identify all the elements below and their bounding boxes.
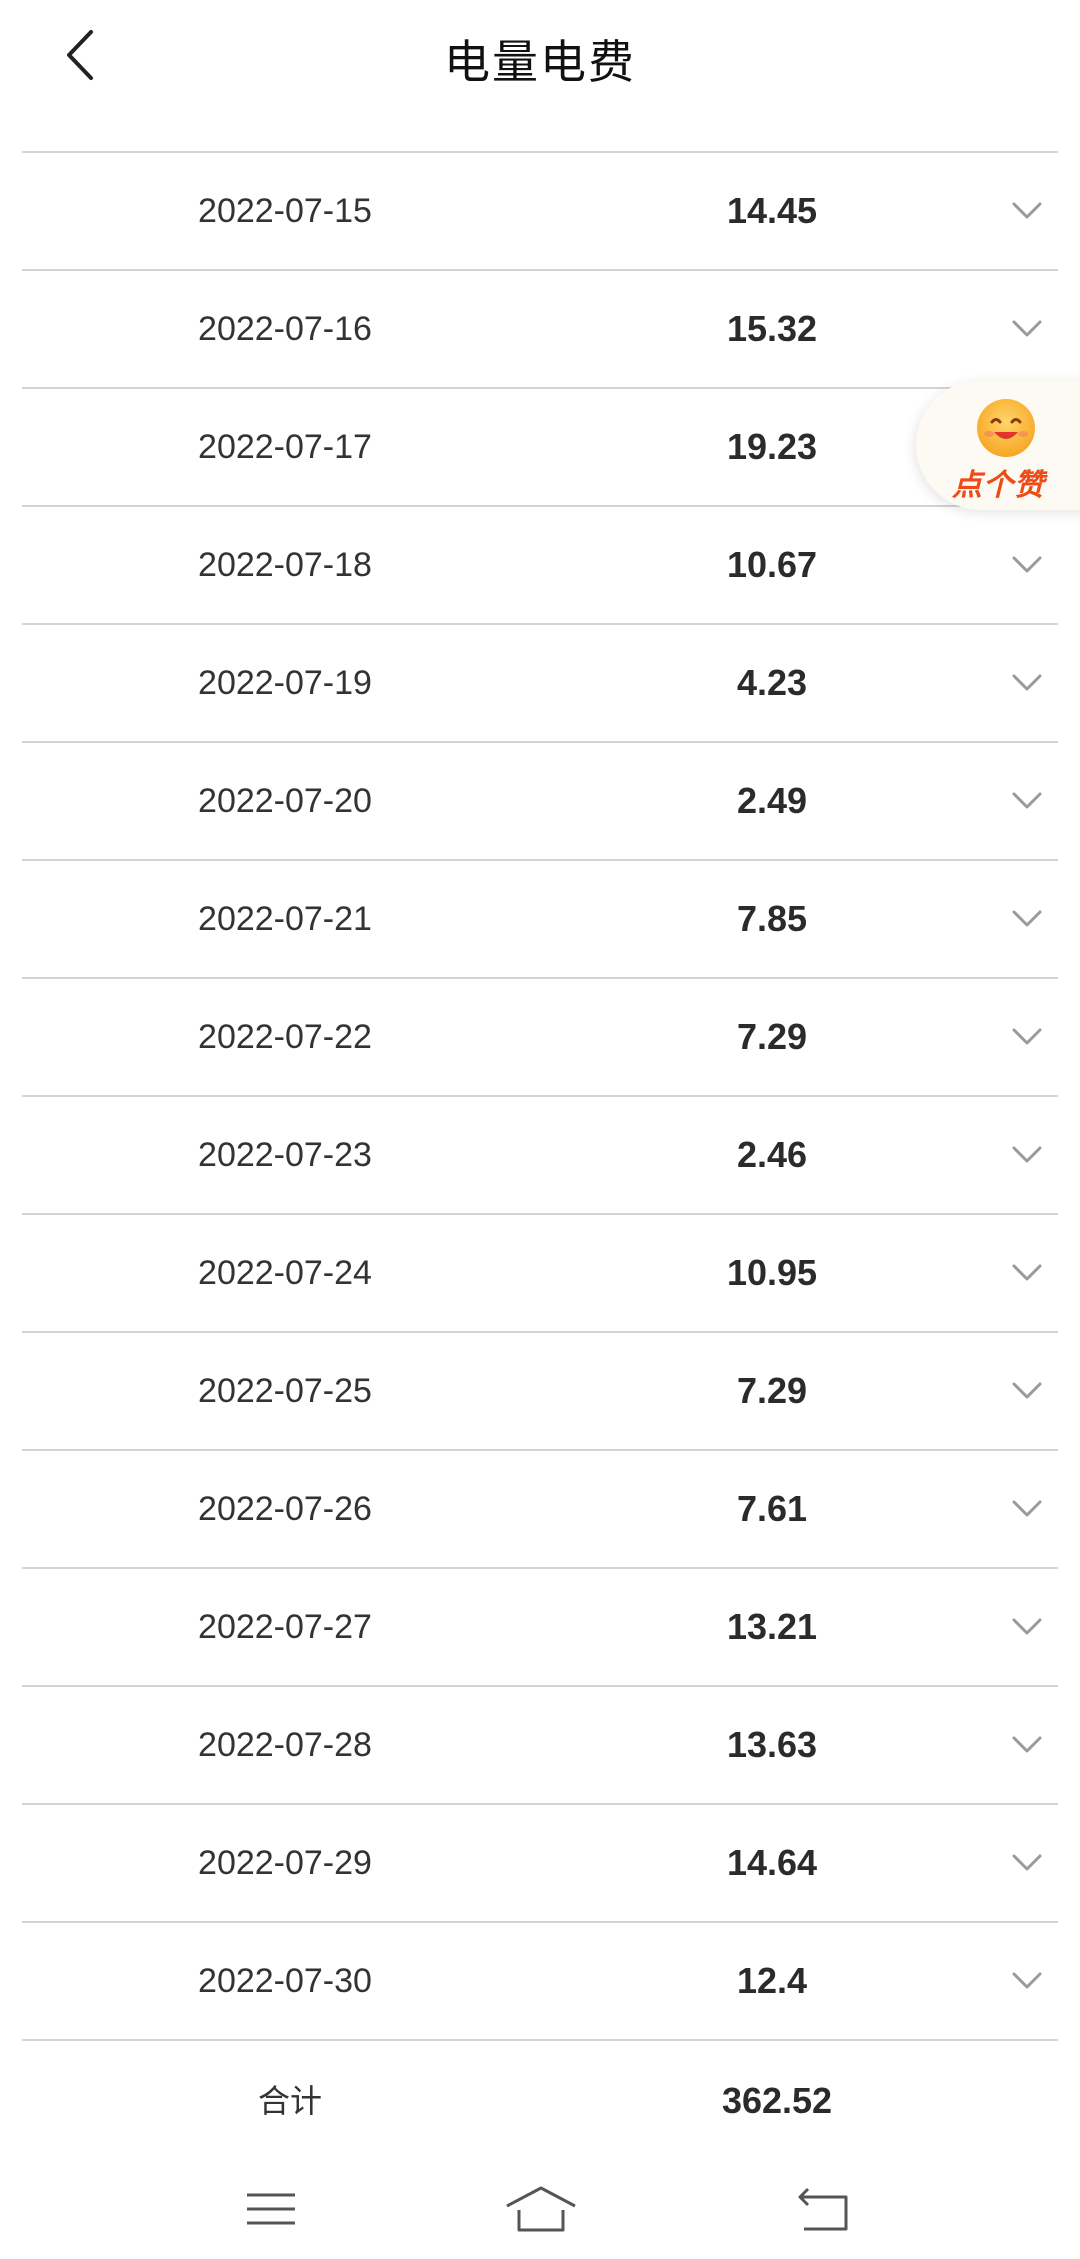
row-date: 2022-07-29 [198,1844,372,1882]
row-amount: 15.32 [726,308,818,349]
row-amount: 19.23 [726,426,818,467]
total-value: 362.52 [721,2080,833,2121]
back-icon [798,2187,848,2231]
back-nav-button[interactable] [779,2177,869,2241]
row-amount: 7.85 [736,898,808,939]
row-amount: 14.64 [726,1842,818,1883]
home-icon [506,2186,576,2232]
daily-bill-list: 2022-07-15 14.45 2022-07-16 15.32 2022-07-17… [22,151,1058,2041]
list-item[interactable]: 2022-07-29 14.64 [22,1805,1058,1923]
row-date: 2022-07-27 [198,1608,372,1646]
menu-button[interactable] [226,2177,316,2241]
chevron-down-icon[interactable] [1010,1729,1044,1761]
smiley-face-icon [977,399,1035,457]
list-item[interactable]: 2022-07-27 13.21 [22,1569,1058,1687]
row-amount: 7.61 [736,1488,808,1529]
chevron-down-icon[interactable] [1010,1493,1044,1525]
row-date: 2022-07-26 [198,1490,372,1528]
like-button[interactable]: 点个赞 [916,380,1080,510]
row-amount: 7.29 [736,1016,808,1057]
total-label: 合计 [257,2083,322,2119]
list-item[interactable]: 2022-07-26 7.61 [22,1451,1058,1569]
row-date: 2022-07-22 [198,1018,372,1056]
row-amount: 4.23 [736,662,808,703]
chevron-down-icon[interactable] [1010,667,1044,699]
row-date: 2022-07-18 [198,546,372,584]
list-item[interactable]: 2022-07-15 14.45 [22,153,1058,271]
list-item[interactable]: 2022-07-16 15.32 [22,271,1058,389]
row-date: 2022-07-21 [198,900,372,938]
chevron-down-icon[interactable] [1010,785,1044,817]
chevron-down-icon[interactable] [1010,1257,1044,1289]
list-item[interactable]: 2022-07-25 7.29 [22,1333,1058,1451]
row-amount: 10.95 [726,1252,818,1293]
chevron-down-icon[interactable] [1010,549,1044,581]
list-item[interactable]: 2022-07-19 4.23 [22,625,1058,743]
chevron-down-icon[interactable] [1010,903,1044,935]
row-date: 2022-07-17 [198,428,372,466]
chevron-down-icon[interactable] [1010,1139,1044,1171]
row-date: 2022-07-30 [198,1962,372,2000]
row-amount: 13.21 [726,1606,818,1647]
list-item[interactable]: 2022-07-18 10.67 [22,507,1058,625]
row-date: 2022-07-20 [198,782,372,820]
row-amount: 2.46 [736,1134,808,1175]
row-amount: 10.67 [726,544,818,585]
row-amount: 14.45 [726,190,818,231]
list-item[interactable]: 2022-07-24 10.95 [22,1215,1058,1333]
row-amount: 2.49 [736,780,808,821]
chevron-down-icon[interactable] [1010,1375,1044,1407]
chevron-down-icon[interactable] [1010,1611,1044,1643]
row-amount: 13.63 [726,1724,818,1765]
chevron-down-icon[interactable] [1010,1965,1044,1997]
list-item[interactable]: 2022-07-21 7.85 [22,861,1058,979]
row-date: 2022-07-24 [198,1254,372,1292]
app-header: 电量电费 [0,0,1080,151]
list-item[interactable]: 2022-07-17 19.23 [22,389,1058,507]
system-navbar [0,2159,1080,2259]
home-button[interactable] [496,2177,586,2241]
list-item[interactable]: 2022-07-28 13.63 [22,1687,1058,1805]
row-date: 2022-07-25 [198,1372,372,1410]
list-item[interactable]: 2022-07-23 2.46 [22,1097,1058,1215]
like-label: 点个赞 [952,469,1045,502]
row-amount: 12.4 [736,1960,808,2001]
row-date: 2022-07-15 [198,192,372,230]
row-date: 2022-07-16 [198,310,372,348]
list-item[interactable]: 2022-07-22 7.29 [22,979,1058,1097]
total-row: 合计 362.52 [22,2043,1058,2159]
list-item[interactable]: 2022-07-30 12.4 [22,1923,1058,2041]
chevron-down-icon[interactable] [1010,1847,1044,1879]
chevron-down-icon[interactable] [1010,1021,1044,1053]
row-amount: 7.29 [736,1370,808,1411]
row-date: 2022-07-28 [198,1726,372,1764]
list-item[interactable]: 2022-07-20 2.49 [22,743,1058,861]
row-date: 2022-07-23 [198,1136,372,1174]
row-date: 2022-07-19 [198,664,372,702]
page-title: 电量电费 [444,36,636,88]
chevron-down-icon[interactable] [1010,313,1044,345]
menu-icon [247,2193,295,2225]
chevron-down-icon[interactable] [1010,195,1044,227]
